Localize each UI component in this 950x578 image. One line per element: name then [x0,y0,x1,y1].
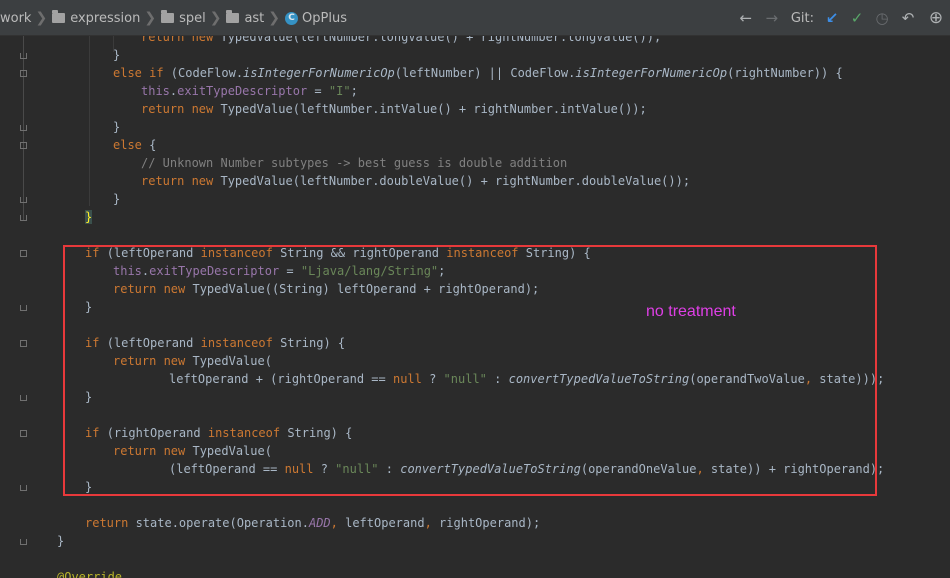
folder-icon [226,10,240,23]
code-token: } [113,120,121,134]
code-token: isIntegerForNumericOp [243,66,395,80]
code-token: (leftNumber) || CodeFlow. [394,66,576,80]
code-token: , [424,516,440,530]
annotation-box [63,245,877,496]
code-line[interactable]: this.exitTypeDescriptor = "I"; [141,82,358,100]
fold-marker[interactable] [20,125,27,131]
code-token: TypedValue(leftNumber.intValue() + right… [220,102,647,116]
code-token: { [149,138,157,152]
more-actions-button[interactable]: ⊕ [922,8,950,28]
breadcrumb-item-expression[interactable]: expression ❯ [52,10,161,26]
breadcrumb-label: OpPlus [302,10,347,26]
code-token: state.operate(Operation. [135,516,309,530]
fold-marker[interactable] [20,250,27,257]
code-token: exitTypeDescriptor [177,84,308,98]
code-token: isIntegerForNumericOp [575,66,728,80]
fold-marker[interactable] [20,197,27,203]
code-token: (rightNumber)) { [727,66,843,80]
code-token: else if [113,66,171,80]
fold-marker[interactable] [20,485,27,491]
code-token: } [113,192,121,206]
code-line[interactable]: @Override [57,568,122,578]
chevron-right-icon: ❯ [209,10,222,26]
indent-guide [89,36,90,206]
chevron-right-icon: ❯ [144,10,157,26]
fold-marker[interactable] [20,215,27,221]
fold-marker[interactable] [20,305,27,311]
breadcrumb-label: expression [70,10,141,26]
fold-marker[interactable] [20,340,27,347]
fold-marker[interactable] [20,70,27,77]
forward-button[interactable]: → [759,9,785,27]
toolbar: ← → Git: ↙ ✓ ◷ ↶ ⊕ [733,0,950,36]
chevron-right-icon: ❯ [268,10,281,26]
fold-marker[interactable] [20,53,27,59]
code-line[interactable]: } [113,46,120,64]
vcs-commit-button[interactable]: ✓ [844,9,870,27]
code-token: return [141,36,192,44]
breadcrumb-item-ast[interactable]: ast ❯ [226,10,285,26]
git-label: Git: [790,10,814,26]
code-line[interactable]: // Unknown Number subtypes -> best guess… [141,154,567,172]
class-icon: C [285,11,299,25]
code-token: } [85,210,93,224]
code-token: return [141,102,192,116]
fold-marker[interactable] [20,395,27,401]
code-token: "I" [328,84,351,98]
code-token: TypedValue(leftNumber.doubleValue() + ri… [220,174,691,188]
navigation-bar: work ❯ expression ❯ spel ❯ ast ❯ C OpPlu… [0,0,950,36]
code-token: // Unknown Number subtypes -> best guess… [141,156,568,170]
chevron-right-icon: ❯ [35,10,48,26]
code-line[interactable]: else if (CodeFlow.isIntegerForNumericOp(… [113,64,843,82]
code-editor[interactable]: return new TypedValue(leftNumber.longVal… [0,36,950,578]
folder-icon [161,10,175,23]
annotation-note: no treatment [646,303,736,320]
code-token: } [57,534,65,548]
breadcrumb-item-opplus[interactable]: C OpPlus [285,11,347,26]
code-token: TypedValue(leftNumber.longValue() + righ… [220,36,662,44]
breadcrumb-label: work [0,10,32,26]
code-line[interactable]: } [113,190,120,208]
fold-marker[interactable] [20,430,27,437]
code-token: return [141,174,192,188]
code-line[interactable]: else { [113,136,156,154]
code-line[interactable]: return new TypedValue(leftNumber.intValu… [141,100,647,118]
code-token: this [141,84,170,98]
code-line[interactable]: } [85,208,93,226]
code-token: rightOperand); [439,516,541,530]
code-line[interactable]: return new TypedValue(leftNumber.longVal… [141,36,661,46]
breadcrumb-label: spel [179,10,206,26]
code-token: return [85,516,136,530]
code-line[interactable]: } [113,118,120,136]
code-line[interactable]: return state.operate(Operation.ADD, left… [85,514,540,532]
code-token: new [191,36,221,44]
vcs-update-button[interactable]: ↙ [820,9,844,27]
code-token: = [307,84,329,98]
code-token: new [191,174,221,188]
folder-icon [52,10,66,23]
breadcrumb-item-work[interactable]: work ❯ [0,10,52,26]
editor-gutter [0,36,40,578]
breadcrumb: work ❯ expression ❯ spel ❯ ast ❯ C OpPlu… [0,0,347,36]
code-line[interactable]: return new TypedValue(leftNumber.doubleV… [141,172,690,190]
code-token: ADD [308,516,331,530]
back-button[interactable]: ← [733,9,759,27]
vcs-history-button[interactable]: ◷ [870,9,894,27]
fold-marker[interactable] [20,539,27,545]
code-token: , [330,516,346,530]
code-token: ; [350,84,358,98]
breadcrumb-item-spel[interactable]: spel ❯ [161,10,226,26]
code-token: (CodeFlow. [170,66,244,80]
code-line[interactable]: } [57,532,64,550]
code-token: new [191,102,221,116]
code-token: } [113,48,121,62]
revert-button[interactable]: ↶ [894,9,922,27]
fold-marker[interactable] [20,142,27,149]
code-token: leftOperand [345,516,425,530]
breadcrumb-label: ast [244,10,265,26]
code-token: @Override [57,570,123,578]
code-token: else [113,138,150,152]
